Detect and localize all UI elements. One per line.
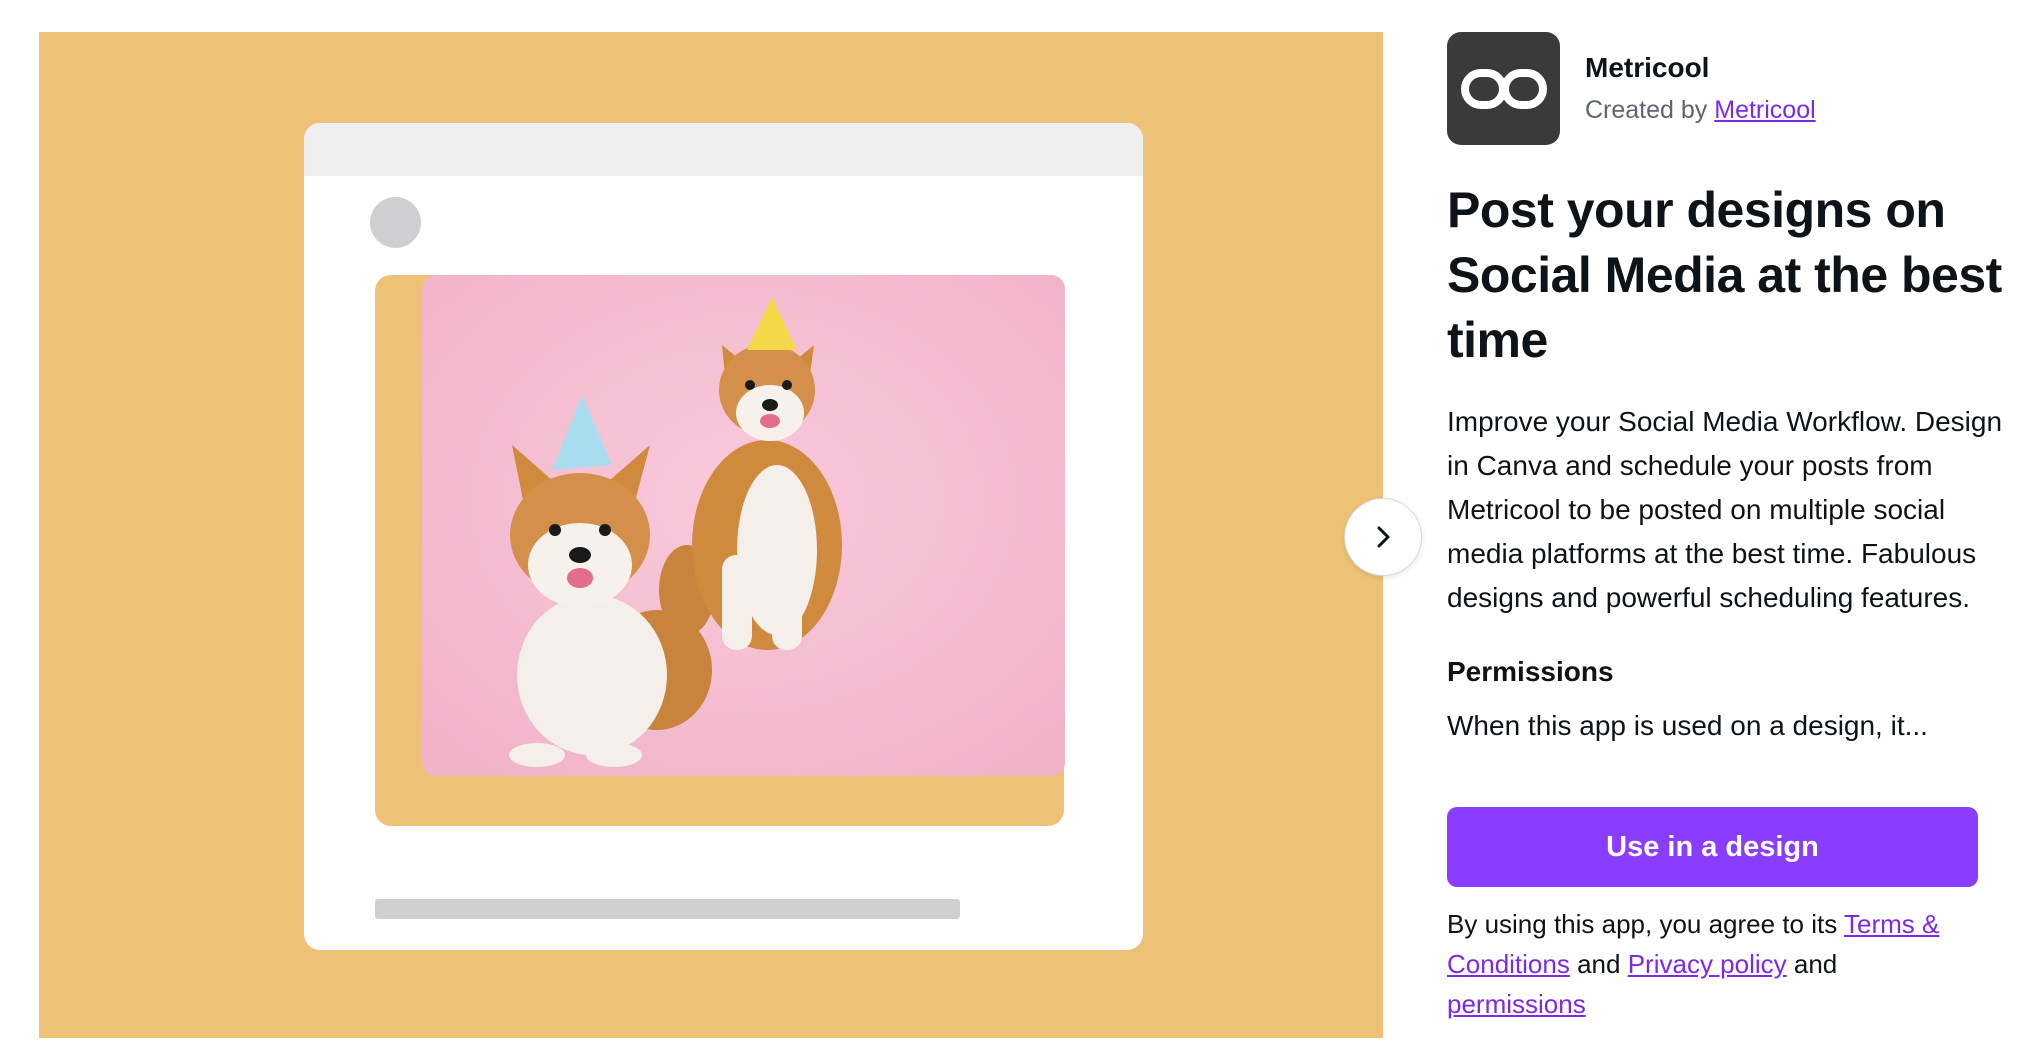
mockup-top-bar — [304, 123, 1143, 176]
permissions-text: When this app is used on a design, it... — [1447, 710, 1928, 741]
legal-and-1: and — [1577, 949, 1621, 979]
carousel-next-button[interactable] — [1344, 498, 1422, 576]
infinity-loop-logo-icon — [1460, 68, 1547, 109]
app-preview-carousel — [39, 32, 1383, 1038]
legal-and-2: and — [1793, 949, 1838, 979]
legal-notice: By using this app, you agree to its Term… — [1447, 904, 1967, 1024]
mockup-avatar — [370, 197, 421, 248]
social-post-mockup — [304, 123, 1143, 950]
app-name: Metricool — [1585, 52, 1710, 83]
use-in-design-button[interactable]: Use in a design — [1447, 807, 1978, 887]
app-icon — [1447, 32, 1560, 145]
creator-link[interactable]: Metricool — [1714, 96, 1815, 124]
permissions-link[interactable]: permissions — [1447, 989, 1586, 1019]
app-creator: Created by Metricool — [1585, 96, 1816, 125]
mockup-caption-line — [375, 899, 960, 919]
chevron-right-icon — [1377, 526, 1390, 548]
created-by-prefix: Created by — [1585, 96, 1708, 124]
permissions-heading: Permissions — [1447, 656, 1614, 687]
app-details-scroll[interactable]: Improve your Social Media Workflow. Desi… — [1447, 400, 2007, 775]
dogs-illustration — [422, 275, 1065, 776]
legal-prefix: By using this app, you agree to its — [1447, 909, 1838, 939]
app-headline: Post your designs on Social Media at the… — [1447, 182, 2002, 368]
privacy-policy-link[interactable]: Privacy policy — [1628, 949, 1787, 979]
app-description: Improve your Social Media Workflow. Desi… — [1447, 406, 2003, 613]
dogs-party-hats-photo — [422, 275, 1065, 776]
